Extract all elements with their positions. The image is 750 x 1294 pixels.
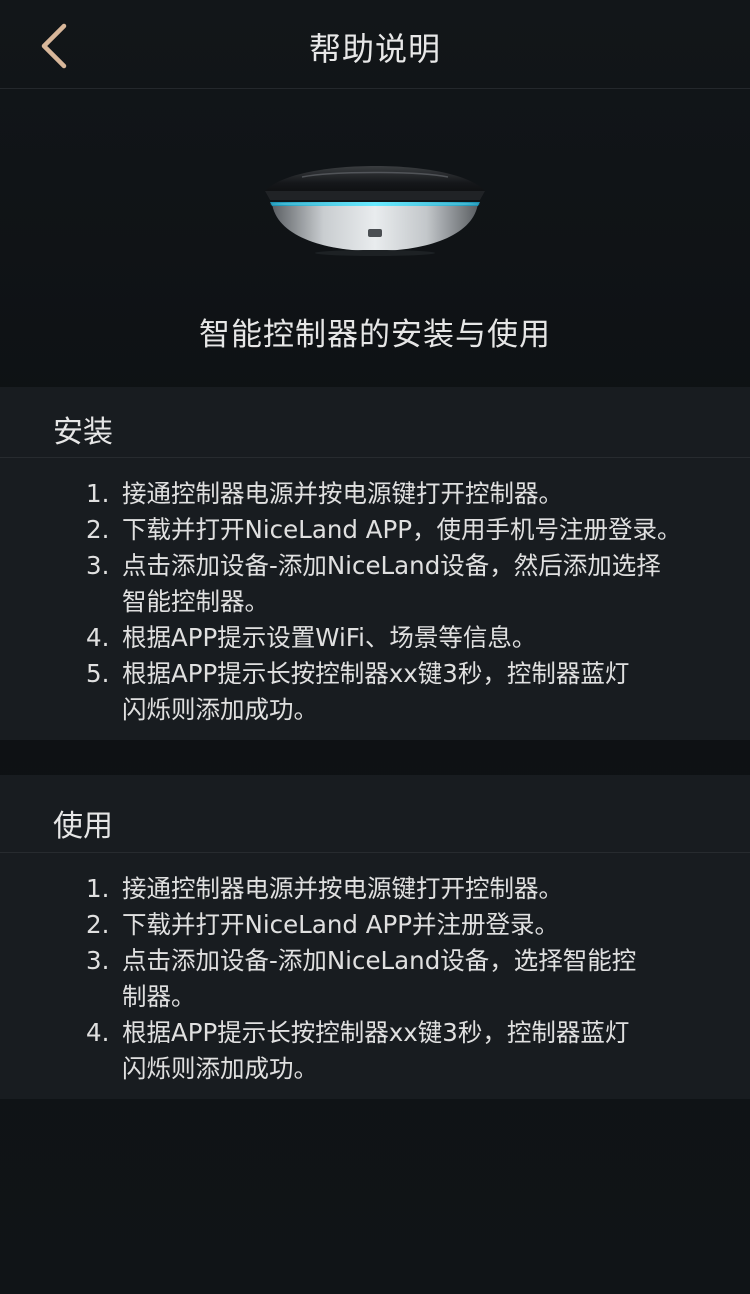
install-section: 安装 1. 接通控制器电源并按电源键打开控制器。 2. 下载并打开NiceLan… xyxy=(0,387,750,740)
step-text: 点击添加设备-添加NiceLand设备，选择智能控 xyxy=(122,946,637,975)
step-number: 2. xyxy=(86,515,110,544)
step-number: 4. xyxy=(86,1018,110,1047)
step-text: 接通控制器电源并按电源键打开控制器。 xyxy=(122,479,563,508)
install-step: 2. 下载并打开NiceLand APP，使用手机号注册登录。 xyxy=(0,512,750,548)
install-step: 5. 根据APP提示长按控制器xx键3秒，控制器蓝灯 闪烁则添加成功。 xyxy=(0,656,750,728)
step-number: 1. xyxy=(86,479,110,508)
install-step: 1. 接通控制器电源并按电源键打开控制器。 xyxy=(0,476,750,512)
install-step: 3. 点击添加设备-添加NiceLand设备，然后添加选择 智能控制器。 xyxy=(0,548,750,620)
step-number: 1. xyxy=(86,874,110,903)
step-number: 2. xyxy=(86,910,110,939)
usage-step: 3. 点击添加设备-添加NiceLand设备，选择智能控 制器。 xyxy=(0,943,750,1015)
step-number: 3. xyxy=(86,946,110,975)
step-text: 根据APP提示长按控制器xx键3秒，控制器蓝灯 xyxy=(122,1018,630,1047)
step-text-continued: 智能控制器。 xyxy=(122,587,269,616)
usage-section: 使用 1. 接通控制器电源并按电源键打开控制器。 2. 下载并打开NiceLan… xyxy=(0,775,750,1099)
help-page: 帮助说明 智能控制器的安装与使用 安装 1. 接通控制器电源并按电源键打开控制器… xyxy=(0,0,750,1294)
step-text: 根据APP提示长按控制器xx键3秒，控制器蓝灯 xyxy=(122,659,630,688)
step-text-continued: 闪烁则添加成功。 xyxy=(122,1054,318,1083)
step-text: 根据APP提示设置WiFi、场景等信息。 xyxy=(122,623,537,652)
usage-step: 1. 接通控制器电源并按电源键打开控制器。 xyxy=(0,871,750,907)
usage-step: 2. 下载并打开NiceLand APP并注册登录。 xyxy=(0,907,750,943)
step-text: 点击添加设备-添加NiceLand设备，然后添加选择 xyxy=(122,551,661,580)
step-number: 3. xyxy=(86,551,110,580)
install-steps-list: 1. 接通控制器电源并按电源键打开控制器。 2. 下载并打开NiceLand A… xyxy=(0,458,750,728)
step-text-continued: 闪烁则添加成功。 xyxy=(122,695,318,724)
step-number: 4. xyxy=(86,623,110,652)
step-text-continued: 制器。 xyxy=(122,982,196,1011)
step-number: 5. xyxy=(86,659,110,688)
step-text: 接通控制器电源并按电源键打开控制器。 xyxy=(122,874,563,903)
install-section-title: 安装 xyxy=(53,415,113,450)
usage-section-title: 使用 xyxy=(53,809,113,844)
hero-title: 智能控制器的安装与使用 xyxy=(199,317,551,353)
usage-step: 4. 根据APP提示长按控制器xx键3秒，控制器蓝灯 闪烁则添加成功。 xyxy=(0,1015,750,1087)
navbar: 帮助说明 xyxy=(0,0,750,89)
hero-banner: 智能控制器的安装与使用 xyxy=(0,89,750,387)
install-section-header: 安装 xyxy=(0,387,750,458)
usage-section-header: 使用 xyxy=(0,775,750,853)
page-title: 帮助说明 xyxy=(308,30,441,68)
install-step: 4. 根据APP提示设置WiFi、场景等信息。 xyxy=(0,620,750,656)
step-text: 下载并打开NiceLand APP，使用手机号注册登录。 xyxy=(122,515,682,544)
smart-controller-device-image xyxy=(265,166,485,256)
usage-steps-list: 1. 接通控制器电源并按电源键打开控制器。 2. 下载并打开NiceLand A… xyxy=(0,853,750,1087)
step-text: 下载并打开NiceLand APP并注册登录。 xyxy=(122,910,560,939)
